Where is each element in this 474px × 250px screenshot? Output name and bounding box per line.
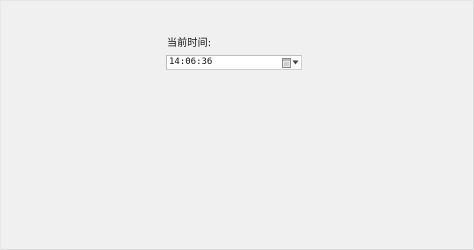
chevron-down-icon	[292, 60, 299, 65]
current-time-label: 当前时间:	[167, 38, 212, 49]
time-picker-dropdown-button[interactable]	[280, 56, 300, 69]
app-window: 当前时间: 14:06:36	[0, 0, 474, 250]
time-picker[interactable]: 14:06:36	[166, 55, 302, 70]
time-value[interactable]: 14:06:36	[167, 57, 280, 68]
calendar-icon	[281, 57, 291, 68]
